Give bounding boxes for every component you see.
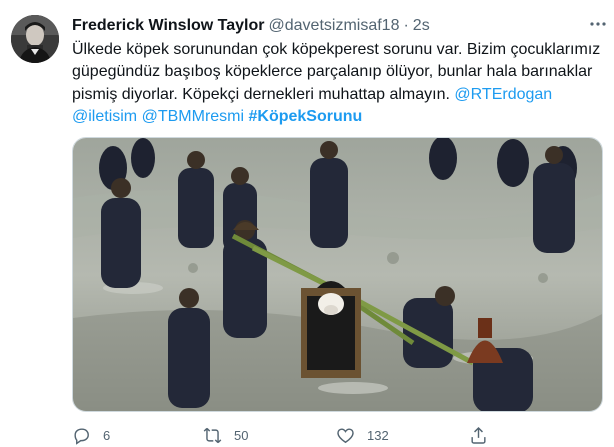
mention-iletisim[interactable]: @iletisim bbox=[72, 108, 137, 125]
author-handle[interactable]: @davetsizmisaf18 bbox=[269, 17, 400, 34]
like-count: 132 bbox=[367, 427, 389, 443]
mention-rterdogan[interactable]: @RTErdogan bbox=[454, 86, 552, 103]
reply-icon bbox=[72, 426, 91, 445]
tweet-actions: 6 50 132 bbox=[72, 424, 603, 446]
retweet-button[interactable]: 50 bbox=[203, 424, 248, 446]
share-button[interactable] bbox=[469, 424, 488, 446]
like-button[interactable]: 132 bbox=[336, 424, 389, 446]
hashtag-kopeksorunu[interactable]: #KöpekSorunu bbox=[249, 108, 363, 125]
retweet-count: 50 bbox=[234, 427, 249, 443]
more-options-icon[interactable] bbox=[588, 14, 608, 34]
reply-count: 6 bbox=[103, 427, 111, 443]
tweet-text: Ülkede köpek sorunundan çok köpekperest … bbox=[72, 39, 602, 129]
avatar[interactable] bbox=[11, 15, 59, 63]
separator-dot: · bbox=[403, 17, 409, 34]
reply-button[interactable]: 6 bbox=[72, 424, 110, 446]
retweet-icon bbox=[203, 426, 222, 445]
like-icon bbox=[336, 426, 355, 445]
author-name[interactable]: Frederick Winslow Taylor bbox=[72, 17, 265, 34]
tweet-header: Frederick Winslow Taylor @davetsizmisaf18… bbox=[72, 16, 430, 36]
tweet-time[interactable]: 2s bbox=[413, 17, 430, 34]
share-icon bbox=[469, 426, 488, 445]
tweet[interactable]: Frederick Winslow Taylor @davetsizmisaf18… bbox=[0, 0, 614, 447]
tweet-photo[interactable] bbox=[72, 137, 603, 412]
mention-tbmmresmi[interactable]: @TBMMresmi bbox=[142, 108, 244, 125]
